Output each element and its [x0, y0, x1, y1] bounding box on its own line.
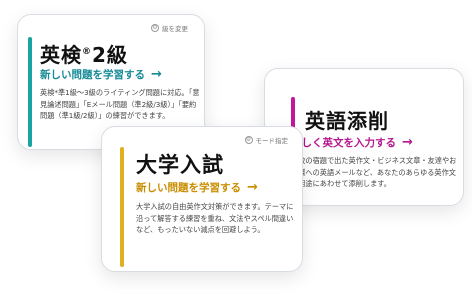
tensaku-new-text-label: 新しく英文を入力する [291, 137, 396, 149]
card-eiken-title: 英検®2級 [40, 43, 128, 67]
card-daigaku[interactable]: ⚙ モード指定 大学入試 新しい問題を学習する → 大学入試の自由英作文対策がで… [101, 126, 303, 272]
card-daigaku-description: 大学入試の自由英作文対策ができます。テーマに沿って解答する練習を重ね、文法やスペ… [136, 202, 294, 234]
feature-cards-stage: ⚙ 級を変更 英検®2級 新しい問題を学習する → 英検*準1級〜3級のライティ… [0, 0, 472, 294]
change-grade-label: 級を変更 [162, 25, 188, 33]
accent-bar-teal [28, 37, 32, 147]
accent-bar-yellow [120, 147, 124, 267]
mode-select-button[interactable]: ⚙ モード指定 [244, 135, 289, 145]
change-grade-button[interactable]: ⚙ 級を変更 [151, 23, 188, 33]
eiken-new-problem-label: 新しい問題を学習する [40, 69, 145, 81]
card-daigaku-title: 大学入試 [136, 153, 224, 177]
gear-icon: ⚙ [151, 24, 159, 32]
card-tensaku-description: 学校の宿題で出た英作文・ビジネス文章・友達やお客様への英語メールなど、あなたのあ… [291, 156, 457, 188]
daigaku-new-problem-label: 新しい問題を学習する [136, 182, 241, 194]
arrow-right-icon: → [151, 67, 162, 82]
tensaku-new-text-link[interactable]: 新しく英文を入力する → [291, 135, 413, 150]
arrow-right-icon: → [247, 180, 258, 195]
daigaku-new-problem-link[interactable]: 新しい問題を学習する → [136, 180, 258, 195]
card-eiken-description: 英検*準1級〜3級のライティング問題に対応。「意見論述問題」「Eメール問題（準2… [40, 88, 200, 120]
arrow-right-icon: → [402, 135, 413, 150]
gear-icon: ⚙ [244, 136, 253, 144]
eiken-new-problem-link[interactable]: 新しい問題を学習する → [40, 67, 162, 82]
mode-select-label: モード指定 [255, 137, 289, 145]
card-tensaku-title: 英語添削 [305, 109, 389, 133]
